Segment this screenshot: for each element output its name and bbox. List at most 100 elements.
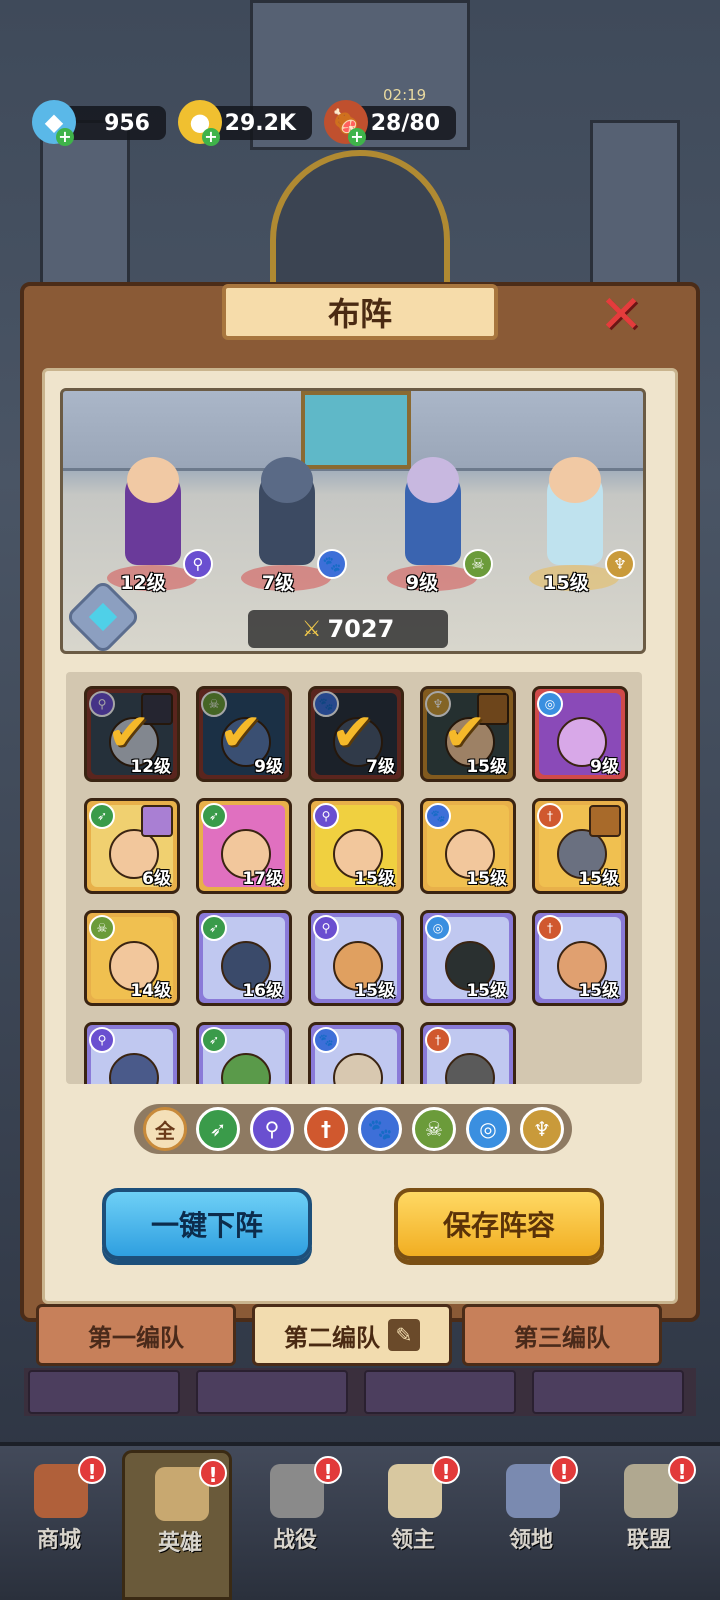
nav-territory-label: 领地 [508,1528,553,1553]
paw-class-icon: 🐾 [317,549,347,579]
filter-mage-icon[interactable]: ⚲ [250,1107,294,1151]
hero-level: 17级 [242,869,283,889]
close-icon: ✕ [599,285,643,345]
hero-level: 12级 [130,757,171,777]
castle-tower-left [40,120,130,300]
hero-roster-grid[interactable]: ⚲ ✔ 12级 ☠ ✔ 9级 🐾 ✔ 7级 ♆ ✔ 15级 ◎ 9级 ➶ 6级 [66,672,642,1084]
filter-skull-icon[interactable]: ☠ [412,1107,456,1151]
filter-bow-icon[interactable]: ➶ [196,1107,240,1151]
nav-alliance[interactable]: ! 联盟 [594,1450,704,1600]
hero-level: 15级 [354,869,395,889]
gems-value: 956 [104,110,150,136]
hero-card[interactable]: ➶ 6级 [84,798,180,894]
filter-all-button[interactable]: 全 [143,1107,187,1151]
hero-card[interactable]: 🐾 ✔ 7级 [308,686,404,782]
hero-card[interactable]: 🐾 [308,1022,404,1084]
hero-card[interactable]: ⚲ ✔ 12级 [84,686,180,782]
hero-card[interactable]: † [420,1022,516,1084]
hero-card[interactable]: † 15级 [532,798,628,894]
bow-class-icon: ➶ [201,915,227,941]
gold-value: 29.2K [224,110,296,136]
unequip-all-button[interactable]: 一键下阵 [102,1188,312,1260]
filter-wings-icon[interactable]: ♆ [520,1107,564,1151]
formation-grid-icon [88,602,118,632]
tab-team-2-label: 第二编队 [284,1323,380,1352]
power-value: 7027 [327,615,395,643]
gold-counter[interactable]: ● + 29.2K [178,100,312,146]
hero-head [127,457,179,503]
background-hero-card [532,1370,684,1414]
mage-class-icon: ⚲ [313,803,339,829]
edit-icon[interactable]: ✎ [388,1319,420,1351]
formation-level-4: 15级 [543,572,589,594]
hero-card[interactable]: ☠ 14级 [84,910,180,1006]
add-gems-icon[interactable]: + [56,128,74,146]
notification-badge: ! [432,1456,460,1484]
hero-level: 15级 [466,981,507,1001]
mage-class-icon: ⚲ [89,1027,115,1053]
hero-card[interactable]: ⚲ 15级 [308,910,404,1006]
hero-card[interactable]: ♆ ✔ 15级 [420,686,516,782]
hero-level: 15级 [578,869,619,889]
bow-class-icon: ➶ [201,1027,227,1053]
save-lineup-button[interactable]: 保存阵容 [394,1188,604,1260]
hero-card[interactable]: ➶ [196,1022,292,1084]
hero-level: 15级 [466,869,507,889]
panel-title: 布阵 [222,284,498,340]
nav-shop[interactable]: ! 商城 [4,1450,114,1600]
equipped-item-icon [141,805,173,837]
add-gold-icon[interactable]: + [202,128,220,146]
formation-level-2: 7级 [261,572,295,594]
hero-card[interactable]: 🐾 15级 [420,798,516,894]
hero-level: 15级 [354,981,395,1001]
hero-card[interactable]: ☠ ✔ 9级 [196,686,292,782]
filter-spiral-icon[interactable]: ◎ [466,1107,510,1151]
nav-campaign-label: 战役 [272,1528,317,1553]
nav-lord[interactable]: ! 领主 [358,1450,468,1600]
tab-team-1[interactable]: 第一编队 [36,1304,236,1366]
skull-class-icon: ☠ [463,549,493,579]
sword-class-icon: † [537,915,563,941]
notification-badge: ! [668,1456,696,1484]
bow-class-icon: ➶ [201,803,227,829]
bow-class-icon: ➶ [89,803,115,829]
nav-heroes[interactable]: ! 英雄 [122,1450,232,1600]
hero-head [549,457,601,503]
tab-team-3[interactable]: 第三编队 [462,1304,662,1366]
stamina-counter[interactable]: 🍖 + 28/80 [324,100,456,146]
castle-tower-right [590,120,680,300]
hero-level: 15级 [466,757,507,777]
hero-card[interactable]: ➶ 17级 [196,798,292,894]
team-power: ⚔ 7027 [248,610,448,648]
gems-counter[interactable]: ◆ + 956 [32,100,166,146]
hero-level: 7级 [366,757,395,777]
filter-paw-icon[interactable]: 🐾 [358,1107,402,1151]
hero-card[interactable]: ➶ 16级 [196,910,292,1006]
hero-card[interactable]: † 15级 [532,910,628,1006]
background-hero-card [364,1370,516,1414]
notification-badge: ! [314,1456,342,1484]
nav-territory[interactable]: ! 领地 [476,1450,586,1600]
hero-card[interactable]: ◎ 9级 [532,686,628,782]
hero-head [261,457,313,503]
notification-badge: ! [78,1456,106,1484]
stamina-value: 28/80 [370,110,440,136]
hero-level: 15级 [578,981,619,1001]
nav-campaign[interactable]: ! 战役 [240,1450,350,1600]
sword-class-icon: † [425,1027,451,1053]
hero-card[interactable]: ◎ 15级 [420,910,516,1006]
tab-team-2[interactable]: 第二编队 ✎ [252,1304,452,1366]
hero-card[interactable]: ⚲ [84,1022,180,1084]
filter-sword-icon[interactable]: † [304,1107,348,1151]
paw-class-icon: 🐾 [425,803,451,829]
hero-head [407,457,459,503]
close-button[interactable]: ✕ [598,285,644,345]
stamina-timer: 02:19 [383,86,427,104]
nav-heroes-label: 英雄 [157,1531,202,1556]
skull-class-icon: ☠ [89,915,115,941]
hero-level: 14级 [130,981,171,1001]
hero-card[interactable]: ⚲ 15级 [308,798,404,894]
add-stamina-icon[interactable]: + [348,128,366,146]
notification-badge: ! [550,1456,578,1484]
nav-lord-label: 领主 [390,1528,435,1553]
